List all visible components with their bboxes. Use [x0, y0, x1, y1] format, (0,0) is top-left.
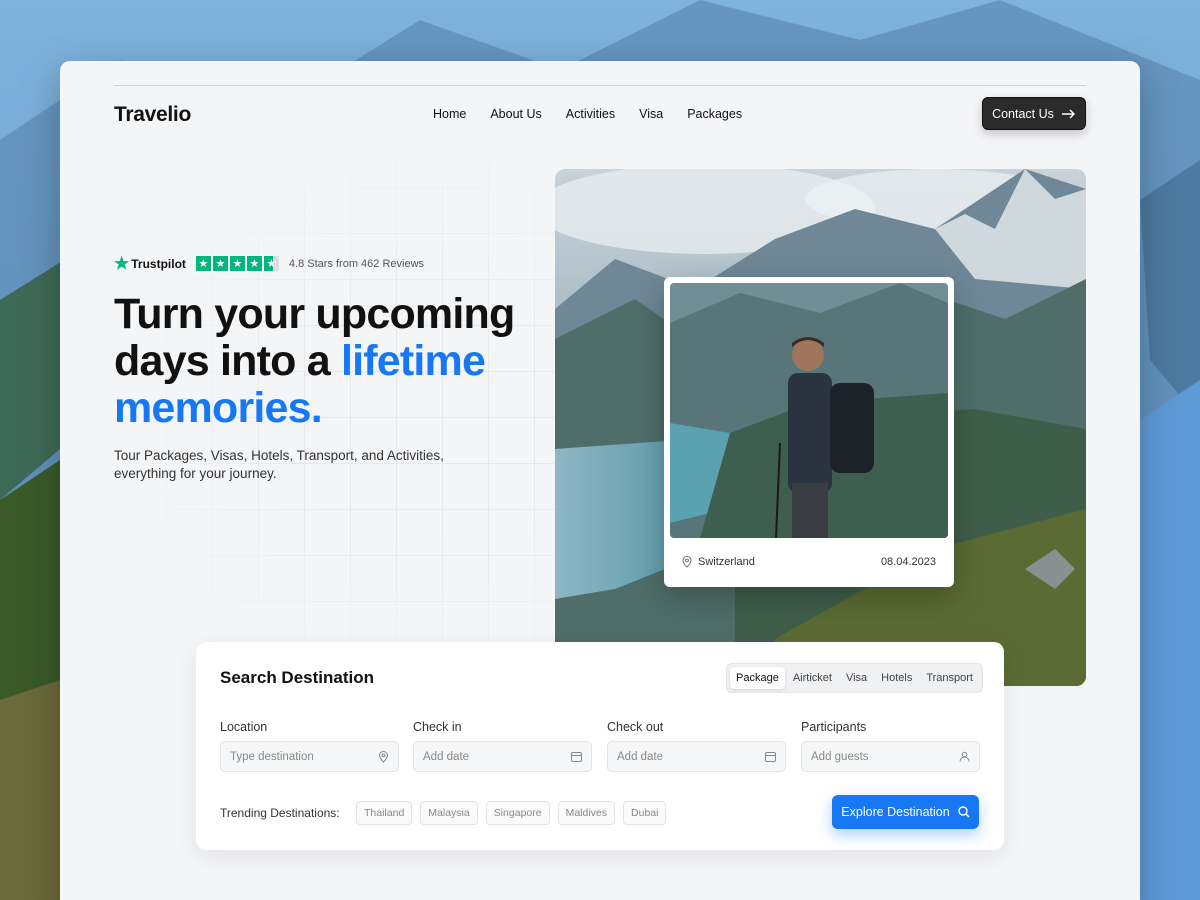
location-placeholder: Type destination [230, 750, 314, 763]
tab-package[interactable]: Package [730, 667, 785, 689]
map-pin-icon [378, 750, 389, 763]
checkout-placeholder: Add date [617, 750, 664, 763]
trust-rating: ★ Trustpilot ★ ★ ★ ★ ★ 4.8 Stars from 46… [114, 255, 424, 272]
checkin-input[interactable]: Add date [413, 741, 592, 772]
explore-destination-button[interactable]: Explore Destination [832, 795, 979, 829]
contact-us-label: Contact Us [992, 106, 1054, 121]
tab-hotels[interactable]: Hotels [875, 667, 918, 689]
explore-label: Explore Destination [841, 805, 950, 819]
calendar-icon [765, 752, 776, 762]
star-rating: ★ ★ ★ ★ ★ [195, 256, 279, 271]
trending-label: Trending Destinations: [220, 806, 340, 820]
tab-visa[interactable]: Visa [840, 667, 873, 689]
checkout-label: Check out [607, 720, 664, 734]
photo-card: Switzerland 08.04.2023 [664, 277, 954, 587]
search-panel: Search Destination Package Airticket Vis… [196, 642, 1004, 850]
photo-date: 08.04.2023 [880, 556, 936, 568]
chip-malaysia[interactable]: Malaysia [420, 801, 478, 825]
map-pin-icon [682, 556, 692, 568]
nav-item-about-us[interactable]: About Us [490, 107, 541, 121]
search-title: Search Destination [220, 668, 374, 687]
star-icon: ★ [246, 256, 262, 271]
star-icon: ★ [212, 256, 228, 271]
photo-caption: Switzerland 08.04.2023 [670, 538, 948, 568]
hero-headline: Turn your upcoming days into a lifetime … [114, 291, 534, 432]
location-label: Location [220, 720, 268, 734]
star-icon: ★ [195, 256, 211, 271]
contact-us-button[interactable]: Contact Us [982, 97, 1086, 130]
checkout-input[interactable]: Add date [607, 741, 786, 772]
rating-text: 4.8 Stars from 462 Reviews [288, 257, 425, 270]
trending-chips: Thailand Malaysia Singapore Maldives Dub… [356, 801, 667, 825]
nav-item-visa[interactable]: Visa [639, 107, 663, 121]
arrow-right-icon [1061, 109, 1075, 118]
nav-item-activities[interactable]: Activities [566, 107, 615, 121]
search-icon [958, 806, 970, 818]
location-input[interactable]: Type destination [220, 741, 399, 772]
search-tabs: Package Airticket Visa Hotels Transport [726, 663, 983, 693]
main-nav: Home About Us Activities Visa Packages [433, 107, 742, 121]
tab-transport[interactable]: Transport [920, 667, 979, 689]
star-icon: ★ [263, 256, 279, 271]
nav-item-packages[interactable]: Packages [687, 107, 742, 121]
calendar-icon [571, 752, 582, 762]
hero-subtext: Tour Packages, Visas, Hotels, Transport,… [114, 448, 444, 481]
chip-maldives[interactable]: Maldives [557, 801, 616, 825]
photo-location: Switzerland [682, 556, 755, 568]
brand-logo[interactable]: Travelio [114, 103, 191, 127]
checkin-placeholder: Add date [423, 750, 470, 763]
user-icon [959, 751, 970, 762]
chip-singapore[interactable]: Singapore [485, 801, 550, 825]
trustpilot-name: Trustpilot [131, 256, 186, 271]
participants-label: Participants [801, 720, 867, 734]
checkin-label: Check in [413, 720, 462, 734]
chip-thailand[interactable]: Thailand [356, 801, 413, 825]
nav-item-home[interactable]: Home [433, 107, 466, 121]
hiker-photo [670, 283, 948, 538]
participants-placeholder: Add guests [811, 750, 869, 763]
trustpilot-star-icon: ★ [114, 254, 130, 273]
participants-input[interactable]: Add guests [801, 741, 980, 772]
top-divider [114, 85, 1086, 86]
main-card: Travelio Home About Us Activities Visa P… [60, 61, 1140, 900]
chip-dubai[interactable]: Dubai [623, 801, 667, 825]
star-icon: ★ [229, 256, 245, 271]
location-text: Switzerland [698, 556, 755, 568]
tab-airticket[interactable]: Airticket [787, 667, 838, 689]
trustpilot-logo: ★ Trustpilot [114, 255, 186, 272]
